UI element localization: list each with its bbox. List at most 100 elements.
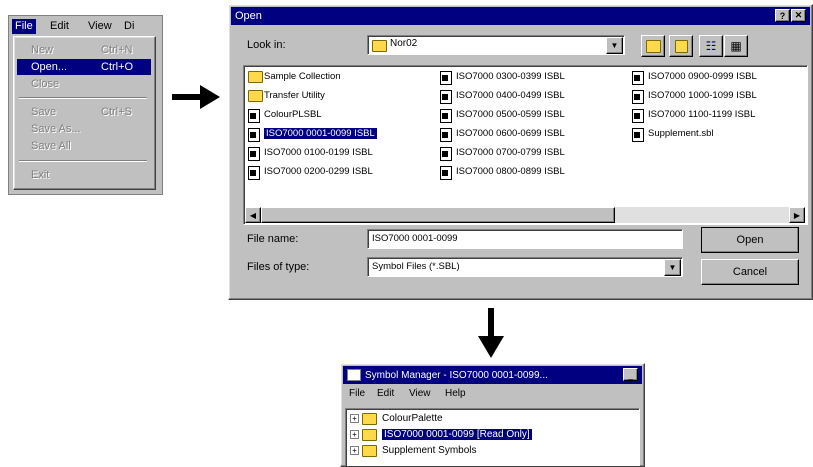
menu-item-save[interactable]: Save Ctrl+S	[17, 104, 151, 120]
file-name-text: ISO7000 1100-1199 ISBL	[648, 109, 756, 120]
folder-icon	[248, 90, 263, 102]
open-dialog-titlebar[interactable]: Open ? ✕	[231, 7, 810, 25]
file-name-text: ISO7000 0900-0999 ISBL	[648, 71, 757, 82]
file-name-text: ISO7000 0001-0099 ISBL	[263, 127, 378, 140]
tree-item-label: ColourPalette	[382, 413, 443, 424]
list-item[interactable]: ISO7000 1100-1199 ISBL	[630, 107, 755, 123]
scroll-left-icon[interactable]: ◀	[245, 207, 261, 223]
folder-icon	[362, 445, 377, 457]
folder-icon	[362, 413, 377, 425]
list-item[interactable]: ISO7000 0500-0599 ISBL	[438, 107, 565, 123]
file-name-text: ISO7000 1000-1099 ISBL	[648, 90, 757, 101]
up-folder-icon	[645, 39, 661, 53]
menu-item-open[interactable]: Open... Ctrl+O	[17, 59, 151, 75]
document-icon	[440, 166, 452, 180]
app-window-icon	[347, 369, 361, 381]
file-name-text: ISO7000 0100-0199 ISBL	[264, 147, 373, 158]
file-name-text: ISO7000 0600-0699 ISBL	[456, 128, 565, 139]
details-view-button[interactable]: ▦	[724, 35, 748, 57]
list-item-selected[interactable]: ISO7000 0001-0099 ISBL	[246, 126, 378, 142]
list-item[interactable]: ISO7000 0300-0399 ISBL	[438, 69, 565, 85]
menubar-file[interactable]: File	[349, 388, 365, 399]
list-item[interactable]: Sample Collection	[246, 69, 341, 85]
open-button[interactable]: Open	[701, 227, 799, 253]
help-button[interactable]: ?	[775, 9, 790, 22]
up-folder-button[interactable]	[641, 35, 665, 57]
horizontal-scrollbar[interactable]: ◀ ▶	[245, 207, 805, 223]
folder-icon	[248, 71, 263, 83]
scroll-right-icon[interactable]: ▶	[789, 207, 805, 223]
document-icon	[632, 128, 644, 142]
folder-icon	[362, 429, 377, 441]
file-name-value: ISO7000 0001-0099	[372, 233, 458, 244]
list-item[interactable]: ISO7000 0700-0799 ISBL	[438, 145, 565, 161]
file-name-field[interactable]: ISO7000 0001-0099	[367, 229, 683, 249]
plus-icon[interactable]: +	[350, 430, 359, 439]
file-name-text: ISO7000 0700-0799 ISBL	[456, 147, 565, 158]
tree-item-selected[interactable]: + ISO7000 0001-0099 [Read Only]	[348, 427, 532, 442]
list-item[interactable]: ISO7000 0800-0899 ISBL	[438, 164, 565, 180]
document-icon	[632, 90, 644, 104]
document-icon	[440, 128, 452, 142]
menubar-edit[interactable]: Edit	[377, 388, 394, 399]
menu-separator	[19, 160, 147, 162]
files-of-type-label: Files of type:	[247, 261, 310, 273]
tree-item-label: Supplement Symbols	[382, 445, 477, 456]
menu-item-open-label: Open...	[31, 61, 68, 73]
tree-item[interactable]: + Supplement Symbols	[348, 443, 477, 458]
dialog-title: Open	[235, 10, 262, 22]
menu-item-new[interactable]: New Ctrl+N	[17, 42, 151, 58]
close-icon[interactable]: ✕	[791, 9, 806, 22]
files-of-type-combo[interactable]: Symbol Files (*.SBL) ▼	[367, 257, 683, 277]
window-title: Symbol Manager - ISO7000 0001-0099...	[365, 369, 548, 381]
menu-item-close[interactable]: Close	[17, 76, 151, 92]
list-view-button[interactable]: ☷	[699, 35, 723, 57]
list-item[interactable]: ISO7000 1000-1099 ISBL	[630, 88, 757, 104]
chevron-down-icon[interactable]: ▼	[664, 259, 681, 276]
file-dropdown: New Ctrl+N Open... Ctrl+O Close Save Ctr…	[13, 36, 156, 190]
list-item[interactable]: Transfer Utility	[246, 88, 325, 104]
plus-icon[interactable]: +	[350, 414, 359, 423]
list-item[interactable]: ColourPLSBL	[246, 107, 322, 123]
chevron-down-icon[interactable]: ▼	[606, 37, 623, 54]
file-list[interactable]: Sample Collection Transfer Utility Colou…	[243, 65, 808, 225]
file-name-text: Supplement.sbl	[648, 128, 714, 139]
plus-icon[interactable]: +	[350, 446, 359, 455]
minimize-icon[interactable]: _	[623, 368, 638, 381]
menubar-file[interactable]: File	[12, 19, 36, 34]
document-icon	[440, 109, 452, 123]
new-folder-button[interactable]	[669, 35, 693, 57]
document-icon	[440, 147, 452, 161]
menubar-view[interactable]: View	[409, 388, 431, 399]
menu-item-exit[interactable]: Exit	[17, 167, 151, 183]
list-item[interactable]: ISO7000 0400-0499 ISBL	[438, 88, 565, 104]
menubar-di[interactable]: Di	[121, 19, 137, 34]
document-icon	[248, 109, 260, 123]
menu-item-save-as[interactable]: Save As...	[17, 121, 151, 137]
list-item[interactable]: ISO7000 0600-0699 ISBL	[438, 126, 565, 142]
list-item[interactable]: ISO7000 0200-0299 ISBL	[246, 164, 373, 180]
list-item[interactable]: ISO7000 0900-0999 ISBL	[630, 69, 757, 85]
file-name-text: ISO7000 0800-0899 ISBL	[456, 166, 565, 177]
list-item[interactable]: Supplement.sbl	[630, 126, 713, 142]
symbol-manager-menubar: File Edit View Help	[345, 388, 640, 404]
menu-item-new-label: New	[31, 44, 54, 56]
tree-item[interactable]: + ColourPalette	[348, 411, 443, 426]
menu-item-save-all-label: Save All	[31, 140, 71, 152]
file-name-text: ISO7000 0400-0499 ISBL	[456, 90, 565, 101]
list-item[interactable]: ISO7000 0100-0199 ISBL	[246, 145, 373, 161]
document-icon	[440, 71, 452, 85]
menu-item-exit-label: Exit	[31, 169, 50, 181]
menubar-view[interactable]: View	[85, 19, 115, 34]
file-name-text: Sample Collection	[264, 71, 341, 82]
menu-item-open-shortcut: Ctrl+O	[101, 61, 134, 73]
menu-item-save-all[interactable]: Save All	[17, 138, 151, 154]
cancel-button[interactable]: Cancel	[701, 259, 799, 285]
menubar-edit[interactable]: Edit	[47, 19, 72, 34]
menubar-help[interactable]: Help	[445, 388, 466, 399]
symbol-manager-titlebar[interactable]: Symbol Manager - ISO7000 0001-0099... _	[343, 366, 642, 384]
symbol-tree[interactable]: + ColourPalette + ISO7000 0001-0099 [Rea…	[345, 408, 640, 466]
scroll-thumb[interactable]	[261, 207, 615, 223]
look-in-combo[interactable]: Nor02 ▼	[367, 35, 625, 55]
file-name-text: ISO7000 0300-0399 ISBL	[456, 71, 565, 82]
